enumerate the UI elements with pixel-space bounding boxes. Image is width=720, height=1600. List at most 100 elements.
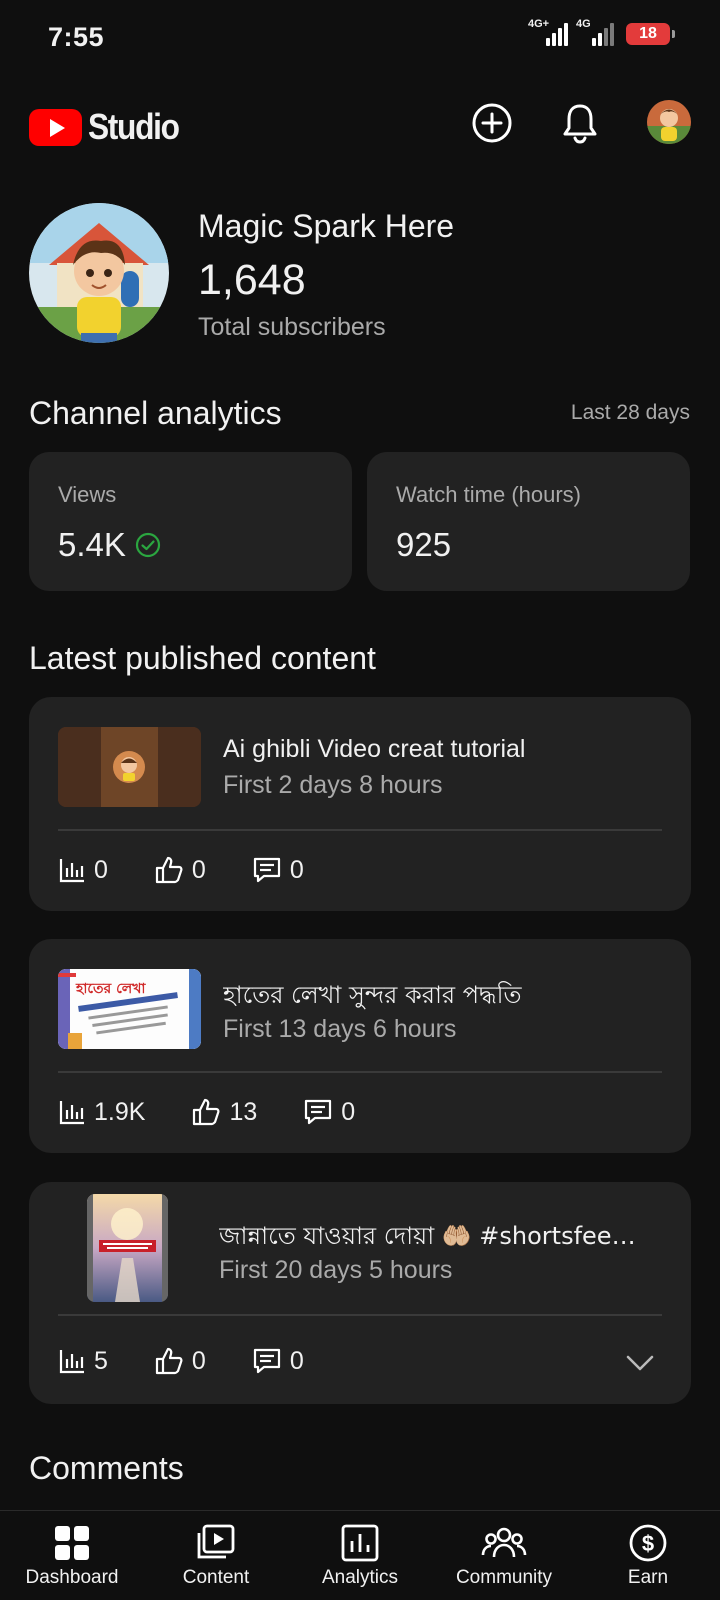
views-value: 5.4K	[58, 526, 126, 563]
likes-count: 13	[229, 1097, 258, 1126]
channel-analytics-title: Channel analytics	[29, 395, 282, 431]
comment-icon	[253, 1348, 280, 1374]
video-card[interactable]: জান্নাতে যাওয়ার দোয়া 🤲🏼 #shortsfee… Fi…	[29, 1182, 691, 1404]
views-card[interactable]: Views 5.4K	[29, 452, 352, 591]
views-metric: 5	[58, 1347, 108, 1376]
card-divider	[58, 1314, 662, 1316]
status-time: 7:55	[48, 22, 105, 52]
video-title: Ai ghibli Video creat tutorial	[223, 735, 526, 763]
signal-icon: 4G	[576, 18, 614, 46]
views-metric: 1.9K	[58, 1098, 145, 1127]
video-metrics: 5 0 0	[58, 1346, 350, 1376]
bar-chart-icon	[59, 1350, 84, 1374]
nav-dashboard-label: Dashboard	[25, 1567, 119, 1588]
signal-icon: 4G+	[528, 18, 568, 46]
thumbs-up-icon	[155, 1347, 183, 1375]
comment-icon	[305, 1099, 332, 1125]
nav-analytics-label: Analytics	[321, 1567, 399, 1588]
nav-dashboard[interactable]: Dashboard	[0, 1511, 144, 1600]
latest-content-title: Latest published content	[29, 640, 376, 676]
check-circle-icon	[135, 532, 160, 558]
thumbnail-image	[58, 727, 201, 807]
comments-count: 0	[289, 1346, 304, 1375]
thumbnail-image	[87, 1194, 168, 1302]
bar-chart-icon	[59, 1101, 84, 1125]
svg-text:$: $	[642, 1531, 654, 1556]
status-icons: 4G+ 4G 18	[528, 18, 675, 46]
card-divider	[58, 829, 662, 831]
video-title: জান্নাতে যাওয়ার দোয়া 🤲🏼 #shortsfee…	[219, 1222, 636, 1250]
dollar-circle-icon: $	[629, 1524, 667, 1562]
video-card[interactable]: হাতের লেখা হাতের লেখা সুন্দর করার পদ্ধতি…	[29, 939, 691, 1153]
plus-circle-icon	[472, 103, 512, 143]
likes-count: 0	[191, 855, 206, 884]
channel-avatar-image	[29, 203, 169, 343]
video-metrics: 1.9K 13 0	[58, 1097, 401, 1127]
video-thumbnail: হাতের লেখা	[58, 969, 201, 1049]
likes-metric: 0	[154, 1346, 206, 1376]
channel-name: Magic Spark Here	[198, 208, 455, 244]
watch-time-card[interactable]: Watch time (hours) 925	[367, 452, 690, 591]
likes-metric: 0	[154, 855, 206, 885]
thumbnail-text: হাতের লেখা	[75, 981, 146, 997]
community-icon	[481, 1527, 527, 1558]
likes-metric: 13	[191, 1097, 257, 1127]
avatar-image	[647, 100, 691, 144]
subscriber-count: 1,648	[198, 256, 306, 304]
nav-earn-label: Earn	[627, 1567, 669, 1588]
dashboard-icon	[55, 1526, 89, 1560]
video-title: হাতের লেখা সুন্দর করার পদ্ধতি	[223, 981, 522, 1009]
bottom-nav: Dashboard Content Analytics Community $ …	[0, 1510, 720, 1600]
views-count: 5	[94, 1346, 108, 1375]
bell-icon	[563, 104, 597, 144]
logo-text: Studio	[88, 106, 180, 147]
nav-content[interactable]: Content	[144, 1511, 288, 1600]
network-type: 4G	[576, 18, 591, 30]
create-button[interactable]	[469, 100, 515, 146]
views-count: 1.9K	[94, 1097, 146, 1126]
thumbs-up-icon	[155, 856, 183, 884]
analytics-period: Last 28 days	[570, 401, 690, 424]
views-label: Views	[58, 482, 117, 507]
nav-community[interactable]: Community	[432, 1511, 576, 1600]
analytics-icon	[341, 1524, 379, 1562]
nav-earn[interactable]: $ Earn	[576, 1511, 720, 1600]
watch-time-value: 925	[396, 526, 452, 563]
status-bar: 7:55 4G+ 4G 18	[0, 0, 720, 78]
app-header: Studio	[0, 92, 720, 154]
watch-time-label: Watch time (hours)	[396, 482, 582, 507]
video-age: First 13 days 6 hours	[223, 1015, 457, 1043]
bar-chart-icon	[59, 859, 84, 883]
nav-content-label: Content	[182, 1567, 250, 1588]
comments-count: 0	[341, 1097, 356, 1126]
video-thumbnail	[58, 727, 201, 807]
comments-metric: 0	[252, 1346, 304, 1376]
video-age: First 2 days 8 hours	[223, 771, 443, 799]
thumbnail-image: হাতের লেখা	[58, 969, 201, 1049]
likes-count: 0	[191, 1346, 206, 1375]
views-count: 0	[94, 855, 108, 884]
views-value-row: 5.4K	[58, 526, 162, 564]
notifications-button[interactable]	[557, 100, 603, 146]
channel-avatar[interactable]	[29, 203, 169, 343]
account-avatar[interactable]	[647, 100, 691, 144]
nav-community-label: Community	[455, 1567, 553, 1588]
network-type: 4G+	[528, 18, 550, 30]
chevron-down-icon	[626, 1355, 654, 1371]
card-divider	[58, 1071, 662, 1073]
views-metric: 0	[58, 856, 108, 885]
comments-metric: 0	[252, 855, 304, 885]
video-metrics: 0 0 0	[58, 855, 350, 885]
battery-icon: 18	[626, 23, 675, 45]
comments-title: Comments	[29, 1450, 184, 1486]
subscriber-label: Total subscribers	[198, 313, 386, 341]
studio-logo[interactable]: Studio	[29, 106, 191, 148]
content-icon	[197, 1524, 235, 1559]
video-card[interactable]: Ai ghibli Video creat tutorial First 2 d…	[29, 697, 691, 911]
thumbs-up-icon	[193, 1098, 220, 1126]
comments-count: 0	[289, 855, 304, 884]
video-thumbnail	[87, 1194, 168, 1302]
comments-metric: 0	[303, 1097, 355, 1127]
expand-button[interactable]	[623, 1346, 657, 1380]
nav-analytics[interactable]: Analytics	[288, 1511, 432, 1600]
